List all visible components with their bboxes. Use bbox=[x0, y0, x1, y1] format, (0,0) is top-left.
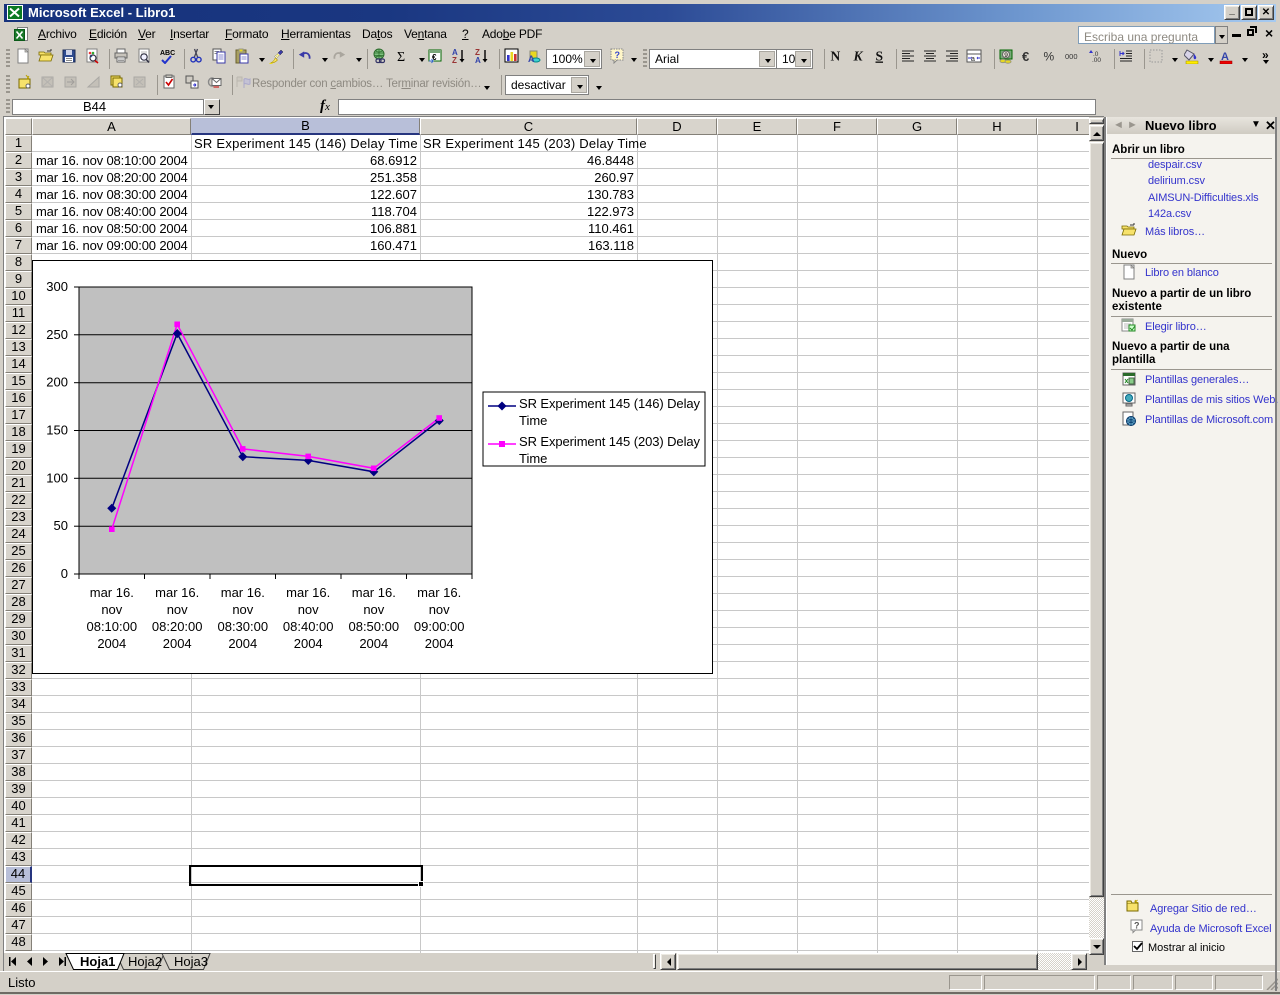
svg-text:08:20:00: 08:20:00 bbox=[152, 619, 203, 634]
svg-text:K: K bbox=[853, 49, 864, 64]
svg-text:300: 300 bbox=[46, 279, 68, 294]
svg-text:nov: nov bbox=[429, 602, 450, 617]
svg-text:Z: Z bbox=[452, 56, 457, 64]
svg-text:N: N bbox=[831, 49, 841, 64]
svg-text:mar 16.: mar 16. bbox=[221, 585, 265, 600]
svg-text:200: 200 bbox=[46, 375, 68, 390]
svg-text:mar 16.: mar 16. bbox=[286, 585, 330, 600]
svg-text:08:50:00: 08:50:00 bbox=[348, 619, 399, 634]
svg-text:nov: nov bbox=[101, 602, 122, 617]
svg-text:0: 0 bbox=[61, 566, 68, 581]
svg-text:000: 000 bbox=[1065, 52, 1078, 61]
svg-text:Time: Time bbox=[519, 413, 547, 428]
svg-text:?: ? bbox=[1134, 921, 1140, 931]
svg-text:Σ: Σ bbox=[397, 50, 405, 64]
svg-text:SR Experiment 145 (146) Delay: SR Experiment 145 (146) Delay bbox=[519, 396, 701, 411]
svg-text:S: S bbox=[876, 49, 884, 64]
svg-text:08:40:00: 08:40:00 bbox=[283, 619, 334, 634]
svg-text:A: A bbox=[528, 54, 535, 64]
svg-text:150: 150 bbox=[46, 423, 68, 438]
svg-text:50: 50 bbox=[54, 518, 68, 533]
svg-text:A: A bbox=[475, 56, 481, 64]
svg-text:%: % bbox=[1044, 50, 1055, 64]
svg-text:2004: 2004 bbox=[294, 636, 323, 651]
svg-text:2004: 2004 bbox=[425, 636, 454, 651]
svg-text:€: € bbox=[1022, 49, 1029, 64]
svg-text:nov: nov bbox=[363, 602, 384, 617]
svg-text:ABC: ABC bbox=[160, 50, 175, 57]
svg-text:SR Experiment 145 (203) Delay: SR Experiment 145 (203) Delay bbox=[519, 434, 701, 449]
svg-text:Hoja1: Hoja1 bbox=[80, 954, 115, 969]
svg-text:nov: nov bbox=[232, 602, 253, 617]
svg-text:nov: nov bbox=[298, 602, 319, 617]
svg-text:mar 16.: mar 16. bbox=[90, 585, 134, 600]
svg-text:Time: Time bbox=[519, 451, 547, 466]
svg-text:2004: 2004 bbox=[228, 636, 257, 651]
svg-text:a: a bbox=[971, 56, 975, 63]
svg-text:08:30:00: 08:30:00 bbox=[217, 619, 268, 634]
svg-text:mar 16.: mar 16. bbox=[417, 585, 461, 600]
svg-text:09:00:00: 09:00:00 bbox=[414, 619, 465, 634]
svg-text:2004: 2004 bbox=[359, 636, 388, 651]
svg-text:?: ? bbox=[615, 50, 621, 60]
svg-text:08:10:00: 08:10:00 bbox=[86, 619, 137, 634]
svg-text:.00: .00 bbox=[1092, 57, 1101, 64]
svg-text:mar 16.: mar 16. bbox=[352, 585, 396, 600]
svg-text:2004: 2004 bbox=[97, 636, 126, 651]
svg-text:nov: nov bbox=[167, 602, 188, 617]
svg-text:9: 9 bbox=[1004, 52, 1008, 59]
svg-text:Hoja2: Hoja2 bbox=[128, 954, 162, 969]
svg-text:100: 100 bbox=[46, 470, 68, 485]
svg-text:2004: 2004 bbox=[163, 636, 192, 651]
svg-text:250: 250 bbox=[46, 327, 68, 342]
svg-text:mar 16.: mar 16. bbox=[155, 585, 199, 600]
svg-text:Hoja3: Hoja3 bbox=[174, 954, 208, 969]
